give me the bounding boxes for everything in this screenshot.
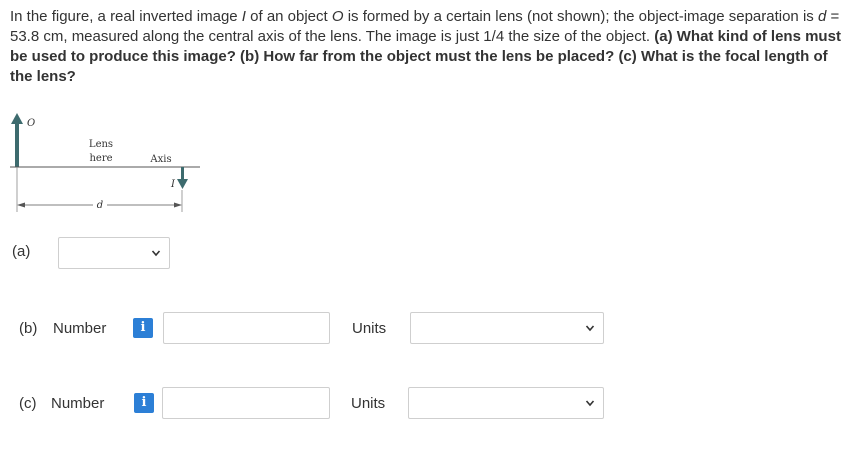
info-icon[interactable]: i	[133, 318, 153, 338]
chevron-down-icon	[151, 250, 161, 257]
part-c-label: (c)	[19, 395, 37, 412]
question-text: In the figure, a real inverted image I o…	[10, 8, 841, 85]
info-icon[interactable]: i	[134, 393, 154, 413]
part-c-units-select[interactable]	[408, 387, 604, 419]
part-b-number-label: Number	[53, 320, 107, 337]
lens-figure: O Lens here Axis I d	[5, 110, 205, 220]
image-label: I	[170, 179, 176, 190]
object-label: O	[27, 118, 35, 129]
part-c-number-label: Number	[51, 395, 105, 412]
part-b-units-label: Units	[352, 320, 387, 337]
part-c-units-label: Units	[351, 395, 386, 412]
image-arrow-shaft	[181, 167, 184, 180]
object-arrow-shaft	[15, 122, 19, 167]
lens-label-line2: here	[89, 153, 112, 164]
distance-label: d	[97, 200, 103, 211]
part-b-number-input[interactable]	[163, 312, 330, 344]
image-arrow-head	[177, 179, 188, 189]
lens-type-select[interactable]	[58, 237, 170, 269]
chevron-down-icon	[585, 400, 595, 407]
lens-label-line1: Lens	[89, 139, 113, 150]
axis-label: Axis	[149, 154, 171, 165]
part-b-units-select[interactable]	[410, 312, 604, 344]
part-c-number-input[interactable]	[162, 387, 330, 419]
part-b-label: (b)	[19, 320, 38, 337]
object-arrow-head	[11, 113, 23, 124]
part-a-label: (a)	[12, 243, 31, 260]
chevron-down-icon	[585, 325, 595, 332]
